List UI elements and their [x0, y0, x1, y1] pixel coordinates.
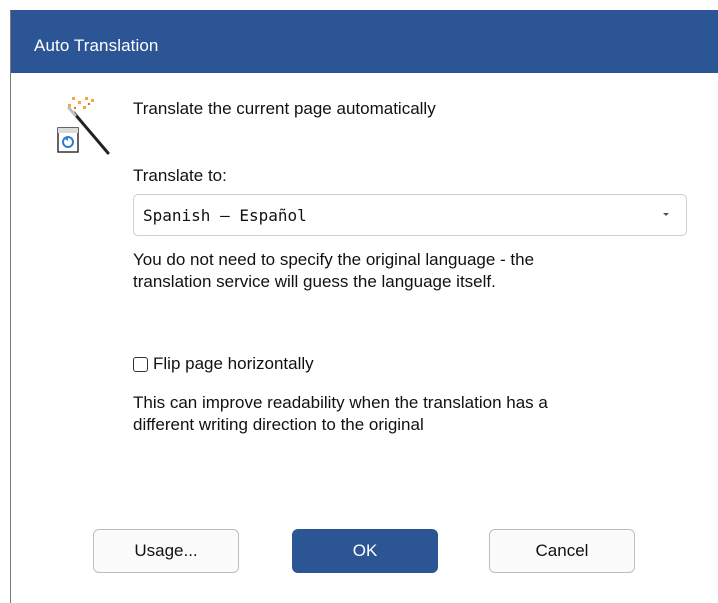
language-select[interactable]: Spanish – Español: [133, 194, 687, 236]
ok-button[interactable]: OK: [292, 529, 438, 573]
magic-wand-page-icon: [57, 97, 110, 155]
title-bar[interactable]: Auto Translation: [11, 11, 718, 73]
language-select-value: Spanish – Español: [143, 206, 307, 225]
cancel-button[interactable]: Cancel: [489, 529, 635, 573]
flip-note-line: different writing direction to the origi…: [133, 415, 424, 434]
flip-note-line: This can improve readability when the tr…: [133, 393, 548, 412]
translate-to-label: Translate to:: [133, 166, 227, 185]
flip-page-checkbox[interactable]: [133, 357, 148, 372]
flip-note: This can improve readability when the tr…: [133, 392, 693, 436]
auto-translation-dialog: Auto Translation Translate the current p…: [10, 10, 718, 603]
usage-button[interactable]: Usage...: [93, 529, 239, 573]
chevron-down-icon: [663, 213, 669, 216]
dialog-heading: Translate the current page automatically: [133, 99, 436, 118]
language-note-line: You do not need to specify the original …: [133, 250, 535, 269]
window-title: Auto Translation: [34, 36, 159, 55]
flip-page-label[interactable]: Flip page horizontally: [153, 354, 314, 374]
language-note: You do not need to specify the original …: [133, 249, 693, 293]
language-note-line: translation service will guess the langu…: [133, 272, 496, 291]
